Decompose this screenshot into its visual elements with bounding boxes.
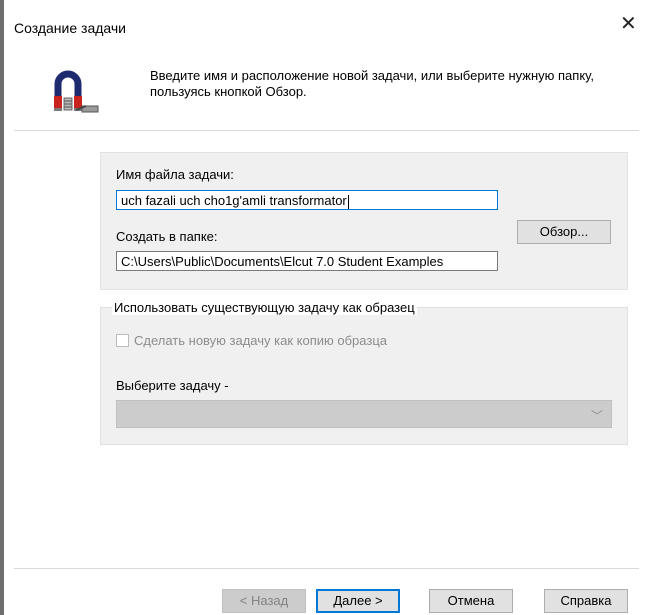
template-task-select[interactable]: ﹀ — [116, 400, 612, 428]
dialog-title: Создание задачи — [14, 20, 126, 36]
folder-label: Создать в папке: — [116, 229, 218, 244]
back-button[interactable]: < Назад — [222, 589, 306, 613]
folder-value: C:\Users\Public\Documents\Elcut 7.0 Stud… — [121, 254, 444, 269]
filename-label: Имя файла задачи: — [116, 167, 234, 182]
browse-button[interactable]: Обзор... — [517, 220, 611, 244]
help-button[interactable]: Справка — [544, 589, 628, 613]
copy-template-checkbox[interactable] — [116, 334, 129, 347]
copy-template-label: Сделать новую задачу как копию образца — [134, 333, 387, 348]
folder-field[interactable]: C:\Users\Public\Documents\Elcut 7.0 Stud… — [116, 251, 498, 271]
wizard-icon — [54, 70, 99, 113]
footer-divider — [14, 568, 639, 569]
header-divider — [14, 130, 639, 131]
template-group-legend: Использовать существующую задачу как обр… — [112, 300, 417, 315]
filename-field[interactable]: uch fazali uch cho1g'amli transformator — [116, 190, 498, 210]
window-left-border — [0, 0, 4, 615]
cancel-button[interactable]: Отмена — [429, 589, 513, 613]
select-task-label: Выберите задачу - — [116, 378, 229, 393]
chevron-down-icon: ﹀ — [590, 409, 603, 423]
filename-value: uch fazali uch cho1g'amli transformator — [121, 193, 347, 208]
text-caret — [347, 194, 349, 209]
next-button[interactable]: Далее > — [316, 589, 400, 613]
header-instruction: Введите имя и расположение новой задачи,… — [150, 68, 594, 99]
close-icon[interactable]: ✕ — [620, 14, 637, 34]
